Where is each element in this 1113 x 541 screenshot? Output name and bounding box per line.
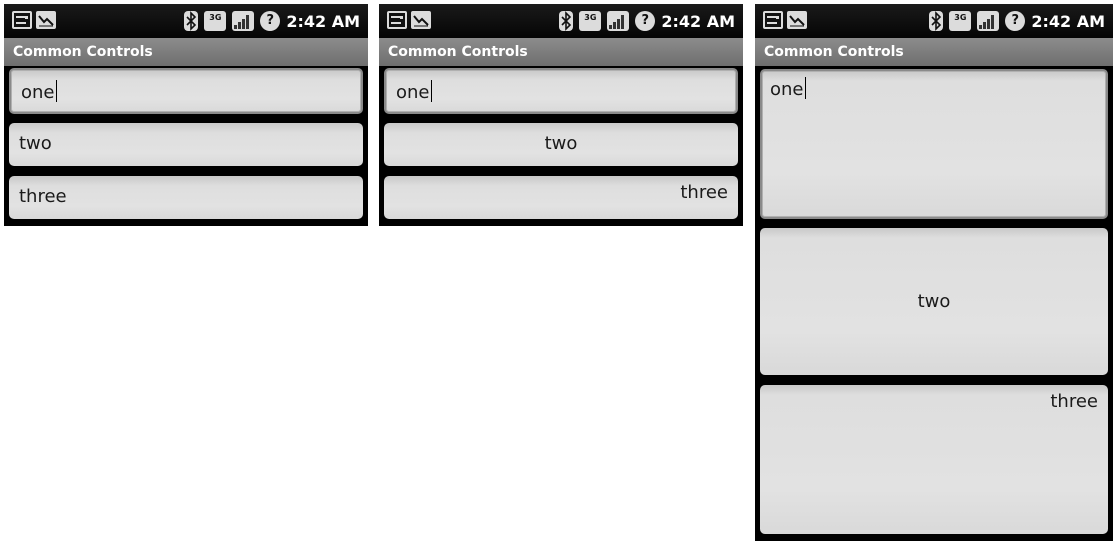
bluetooth-icon xyxy=(184,11,199,31)
phone-screen-3: 3G ? 2:42 AM Common Controls one two thr… xyxy=(755,4,1113,541)
edit-text-two[interactable]: two xyxy=(9,123,363,166)
app-title: Common Controls xyxy=(755,38,1113,66)
field-value: three xyxy=(680,182,728,203)
notification-icon xyxy=(763,11,783,29)
edit-text-one[interactable]: one xyxy=(384,68,738,114)
app-title: Common Controls xyxy=(379,38,743,66)
bluetooth-icon xyxy=(929,11,944,31)
signal-icon xyxy=(607,11,630,31)
network-3g-icon: 3G xyxy=(579,11,602,31)
edit-text-three[interactable]: three xyxy=(384,176,738,219)
edit-text-three[interactable]: three xyxy=(760,385,1108,534)
status-bar: 3G ? 2:42 AM xyxy=(379,4,743,38)
chart-icon xyxy=(36,11,56,29)
signal-icon xyxy=(232,11,255,31)
phone-screen-2: 3G ? 2:42 AM Common Controls one two thr… xyxy=(379,4,743,226)
text-cursor xyxy=(804,77,806,99)
status-clock: 2:42 AM xyxy=(286,11,360,31)
field-value: two xyxy=(544,133,578,154)
signal-icon xyxy=(977,11,1000,31)
app-title: Common Controls xyxy=(4,38,368,66)
status-clock: 2:42 AM xyxy=(661,11,735,31)
battery-unknown-icon: ? xyxy=(635,11,656,31)
field-value: one xyxy=(396,82,430,103)
notification-icon xyxy=(387,11,407,29)
battery-unknown-icon: ? xyxy=(1005,11,1026,31)
field-value: one xyxy=(21,82,55,103)
status-clock: 2:42 AM xyxy=(1031,11,1105,31)
edit-text-two[interactable]: two xyxy=(384,123,738,166)
status-bar: 3G ? 2:42 AM xyxy=(4,4,368,38)
field-value: three xyxy=(19,186,67,207)
field-value: one xyxy=(770,79,804,100)
chart-icon xyxy=(411,11,431,29)
edit-text-one[interactable]: one xyxy=(760,69,1108,219)
edit-text-one[interactable]: one xyxy=(9,68,363,114)
field-value: two xyxy=(19,133,52,154)
bluetooth-icon xyxy=(559,11,574,31)
edit-text-two[interactable]: two xyxy=(760,228,1108,375)
battery-unknown-icon: ? xyxy=(260,11,281,31)
network-3g-icon: 3G xyxy=(204,11,227,31)
chart-icon xyxy=(787,11,807,29)
field-value: three xyxy=(1050,391,1098,412)
notification-icon xyxy=(12,11,32,29)
text-cursor xyxy=(55,80,57,102)
field-value: two xyxy=(917,291,951,312)
text-cursor xyxy=(430,80,432,102)
phone-screen-1: 3G ? 2:42 AM Common Controls one two thr… xyxy=(4,4,368,226)
network-3g-icon: 3G xyxy=(949,11,972,31)
status-bar: 3G ? 2:42 AM xyxy=(755,4,1113,38)
edit-text-three[interactable]: three xyxy=(9,176,363,219)
